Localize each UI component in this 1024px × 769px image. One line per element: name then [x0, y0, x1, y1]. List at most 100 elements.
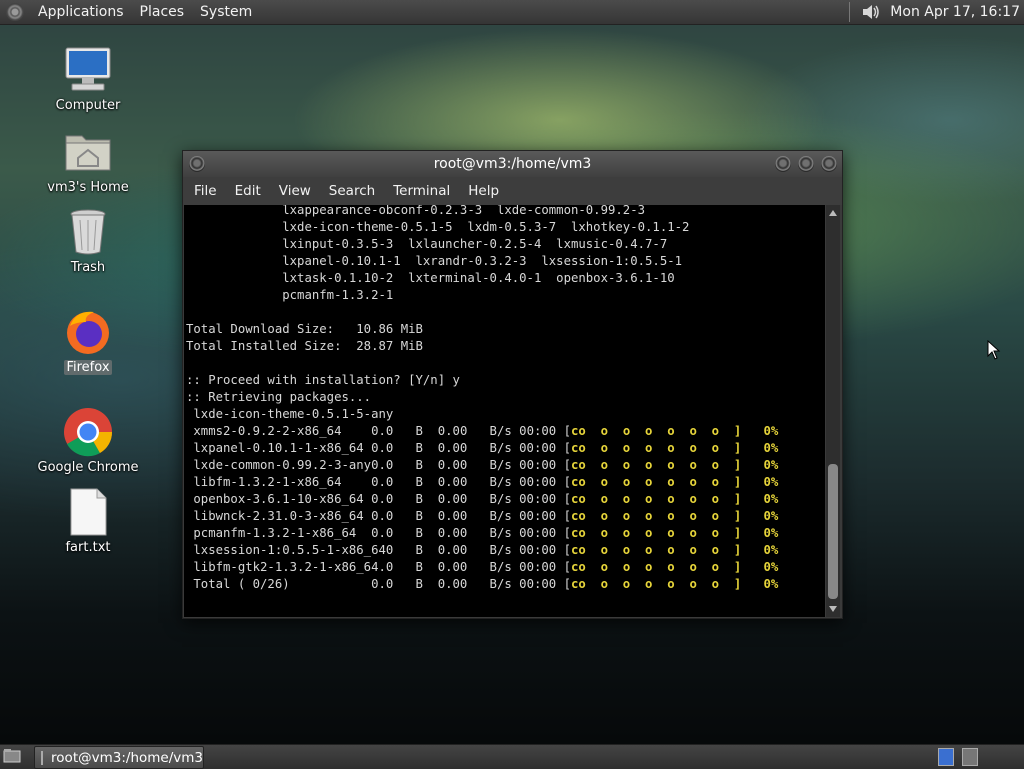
download-progress-bar: co o o o o o o ] 0% — [570, 577, 779, 591]
download-progress-bar: co o o o o o o ] 0% — [570, 458, 779, 472]
panel-separator — [849, 2, 851, 22]
menu-places[interactable]: Places — [132, 4, 193, 20]
download-row: Total ( 0/26) 0.0 B 0.00 B/s 00:00 [co o… — [184, 576, 825, 593]
download-progress-bar: co o o o o o o ] 0% — [570, 441, 779, 455]
desktop-icon-home[interactable]: vm3's Home — [33, 126, 143, 195]
terminal-line: lxtask-0.1.10-2 lxterminal-0.4.0-1 openb… — [186, 271, 675, 285]
download-stats: 0.0 B 0.00 B/s 00:00 [ — [363, 509, 571, 523]
download-stats: 0.0 B 0.00 B/s 00:00 [ — [371, 458, 571, 472]
download-progress-bar: co o o o o o o ] 0% — [570, 543, 779, 557]
download-stats: 0.0 B 0.00 B/s 00:00 [ — [363, 441, 571, 455]
download-name: openbox-3.6.1-10-x86_64 — [186, 492, 364, 506]
download-row: openbox-3.6.1-10-x86_64 0.0 B 0.00 B/s 0… — [184, 491, 825, 508]
taskbar-button-terminal[interactable]: root@vm3:/home/vm3 — [34, 746, 204, 769]
desktop-icon-firefox[interactable]: Firefox — [33, 306, 143, 375]
download-row: lxsession-1:0.5.5-1-x86_64 0 B 0.00 B/s 0… — [184, 542, 825, 559]
download-row: lxpanel-0.10.1-1-x86_64 0.0 B 0.00 B/s 0… — [184, 440, 825, 457]
text-file-icon — [62, 486, 114, 538]
download-name: libfm-gtk2-1.3.2-1-x86_64 — [186, 560, 379, 574]
menu-file[interactable]: File — [185, 183, 226, 199]
maximize-button[interactable] — [798, 156, 814, 172]
download-name: xmms2-0.9.2-2-x86_64 — [186, 424, 342, 438]
mouse-pointer-icon — [987, 339, 1001, 360]
desktop-icon-label: Google Chrome — [37, 460, 139, 475]
download-row: pcmanfm-1.3.2-1-x86_64 0.0 B 0.00 B/s 00… — [184, 525, 825, 542]
download-row: libwnck-2.31.0-3-x86_64 0.0 B 0.00 B/s 0… — [184, 508, 825, 525]
desktop-icon-fart-txt[interactable]: fart.txt — [33, 486, 143, 555]
window-menubar: File Edit View Search Terminal Help — [183, 177, 842, 205]
terminal-line: :: Proceed with installation? [Y/n] y — [186, 373, 460, 387]
terminal-line: lxde-icon-theme-0.5.1-5-any — [186, 407, 394, 421]
download-name: libfm-1.3.2-1-x86_64 — [186, 475, 342, 489]
download-row: xmms2-0.9.2-2-x86_64 0.0 B 0.00 B/s 00:0… — [184, 423, 825, 440]
home-folder-icon — [62, 126, 114, 178]
menu-search[interactable]: Search — [320, 183, 384, 199]
window-titlebar[interactable]: root@vm3:/home/vm3 — [183, 151, 842, 177]
terminal-line: lxde-icon-theme-0.5.1-5 lxdm-0.5.3-7 lxh… — [186, 220, 690, 234]
menu-applications[interactable]: Applications — [30, 4, 132, 20]
download-progress-bar: co o o o o o o ] 0% — [571, 560, 779, 574]
menu-terminal[interactable]: Terminal — [384, 183, 459, 199]
firefox-icon — [62, 306, 114, 358]
desktop-icon-label: vm3's Home — [47, 180, 129, 195]
scroll-down-arrow-icon[interactable] — [829, 606, 837, 612]
download-stats: 0.0 B 0.00 B/s 00:00 [ — [341, 424, 571, 438]
terminal-line: lxinput-0.3.5-3 lxlauncher-0.2.5-4 lxmus… — [186, 237, 668, 251]
download-name: Total ( 0/26) — [186, 577, 290, 591]
terminal-line: pcmanfm-1.3.2-1 — [186, 288, 394, 302]
download-row: lxde-common-0.99.2-3-any 0.0 B 0.00 B/s 0… — [184, 457, 825, 474]
desktop-icon-label: fart.txt — [65, 540, 111, 555]
download-stats: .0 B 0.00 B/s 00:00 [ — [378, 560, 572, 574]
download-name: pcmanfm-1.3.2-1-x86_64 — [186, 526, 357, 540]
download-stats: 0.0 B 0.00 B/s 00:00 [ — [356, 526, 571, 540]
trash-icon — [62, 206, 114, 258]
scroll-up-arrow-icon[interactable] — [829, 210, 837, 216]
download-row: libfm-1.3.2-1-x86_64 0.0 B 0.00 B/s 00:0… — [184, 474, 825, 491]
desktop-icon-chrome[interactable]: Google Chrome — [33, 406, 143, 475]
minimize-button[interactable] — [775, 156, 791, 172]
menu-help[interactable]: Help — [459, 183, 508, 199]
top-panel: Applications Places System Mon Apr 17, 1… — [0, 0, 1024, 25]
terminal-line: Total Installed Size: 28.87 MiB — [186, 339, 423, 353]
terminal-icon — [41, 750, 44, 765]
menu-view[interactable]: View — [270, 183, 320, 199]
workspace-2-button[interactable] — [962, 748, 978, 766]
show-desktop-icon[interactable] — [3, 748, 21, 764]
download-progress-bar: co o o o o o o ] 0% — [570, 526, 779, 540]
distro-logo-icon[interactable] — [6, 3, 24, 21]
download-stats: 0.0 B 0.00 B/s 00:00 [ — [341, 475, 571, 489]
download-progress-bar: co o o o o o o ] 0% — [571, 475, 779, 489]
terminal-line: lxappearance-obconf-0.2.3-3 lxde-common-… — [186, 205, 646, 217]
window-title: root@vm3:/home/vm3 — [433, 156, 592, 172]
terminal-window[interactable]: root@vm3:/home/vm3 File Edit View Search… — [182, 150, 843, 619]
download-name: lxsession-1:0.5.5-1-x86_64 — [186, 543, 386, 557]
close-button[interactable] — [821, 156, 837, 172]
workspace-1-button[interactable] — [938, 748, 954, 766]
download-progress-bar: co o o o o o o ] 0% — [571, 424, 779, 438]
menu-edit[interactable]: Edit — [226, 183, 270, 199]
desktop-icon-computer[interactable]: Computer — [33, 44, 143, 113]
scrollbar-thumb[interactable] — [828, 464, 838, 599]
terminal-line: lxpanel-0.10.1-1 lxrandr-0.3.2-3 lxsessi… — [186, 254, 683, 268]
download-name: lxpanel-0.10.1-1-x86_64 — [186, 441, 364, 455]
terminal-output[interactable]: lxappearance-obconf-0.2.3-3 lxde-common-… — [184, 205, 825, 617]
download-progress-bar: co o o o o o o ] 0% — [570, 509, 779, 523]
desktop-icon-trash[interactable]: Trash — [33, 206, 143, 275]
download-name: lxde-common-0.99.2-3-any — [186, 458, 372, 472]
computer-icon — [62, 44, 114, 96]
menu-system[interactable]: System — [192, 4, 260, 20]
desktop-icon-label: Computer — [55, 98, 121, 113]
terminal-line: Total Download Size: 10.86 MiB — [186, 322, 423, 336]
clock[interactable]: Mon Apr 17, 16:17 — [890, 4, 1020, 20]
terminal-scrollbar[interactable] — [826, 205, 840, 617]
taskbar-button-label: root@vm3:/home/vm3 — [51, 749, 203, 766]
download-stats: 0.0 B 0.00 B/s 00:00 [ — [289, 577, 571, 591]
desktop-icon-label: Trash — [70, 260, 106, 275]
terminal-line: :: Retrieving packages... — [186, 390, 372, 404]
download-stats: 0 B 0.00 B/s 00:00 [ — [385, 543, 571, 557]
download-progress-bar: co o o o o o o ] 0% — [570, 492, 779, 506]
desktop-icon-label: Firefox — [64, 360, 112, 375]
volume-icon[interactable] — [860, 2, 882, 22]
